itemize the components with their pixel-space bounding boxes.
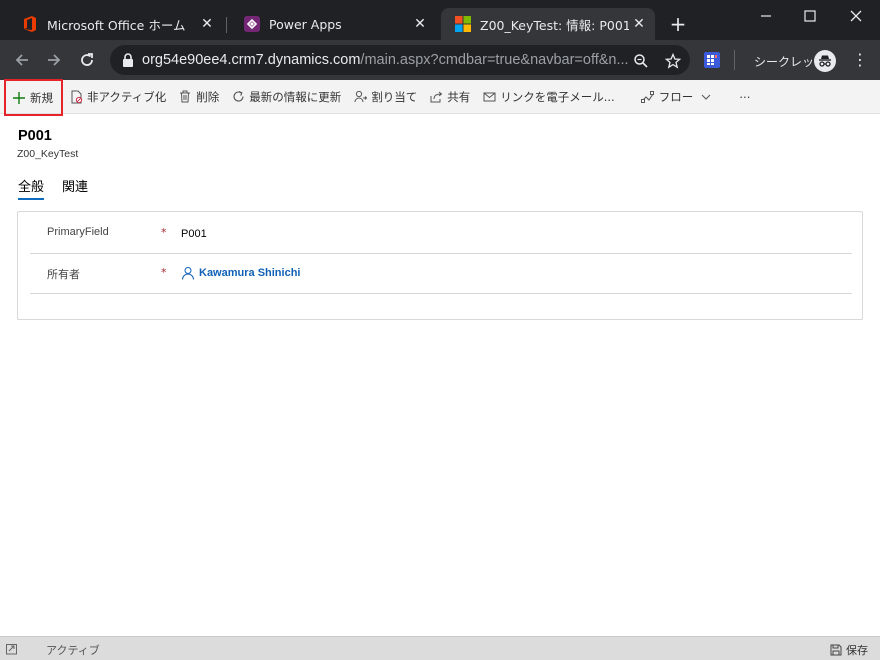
owner-lookup[interactable]: Kawamura Shinichi [181, 266, 300, 280]
reload-button[interactable] [75, 48, 99, 72]
office-icon [22, 16, 38, 32]
browser-menu-icon[interactable]: ⋮ [850, 50, 870, 72]
share-button[interactable]: 共有 [423, 80, 476, 114]
url-path: /main.aspx?cmdbar=true&navbar=off&n... [360, 52, 629, 68]
owner-label: 所有者 [47, 269, 80, 281]
deactivate-button[interactable]: 非アクティブ化 [63, 80, 172, 114]
share-icon [429, 90, 443, 104]
open-in-window-icon[interactable] [6, 643, 18, 655]
flow-button[interactable]: フロー [635, 80, 718, 114]
field-row-owner: 所有者 * Kawamura Shinichi [30, 254, 852, 294]
deactivate-label: 非アクティブ化 [87, 89, 167, 104]
primaryfield-label: PrimaryField [47, 226, 109, 238]
new-button-label: 新規 [30, 90, 53, 105]
email-link-label: リンクを電子メール... [500, 89, 615, 104]
new-tab-button[interactable]: + [668, 14, 688, 35]
incognito-icon[interactable] [814, 50, 836, 72]
save-icon [830, 644, 842, 656]
required-indicator: * [161, 226, 167, 239]
record-status: アクティブ [46, 644, 100, 657]
delete-button[interactable]: 削除 [172, 80, 225, 114]
powerapps-icon [244, 16, 260, 32]
close-icon[interactable]: ✕ [197, 14, 217, 34]
maximize-button[interactable] [788, 4, 832, 28]
record-title: P001 [18, 128, 52, 144]
close-window-button[interactable] [834, 4, 878, 28]
email-icon [482, 90, 496, 104]
tab-power-apps[interactable]: Power Apps ✕ [230, 8, 436, 40]
refresh-icon [231, 90, 245, 104]
refresh-button[interactable]: 最新の情報に更新 [225, 80, 347, 114]
email-link-button[interactable]: リンクを電子メール... [476, 80, 620, 114]
required-indicator: * [161, 266, 167, 279]
flow-label: フロー [658, 89, 694, 104]
delete-label: 削除 [196, 89, 220, 104]
close-icon[interactable]: ✕ [629, 14, 649, 34]
address-bar[interactable]: org54e90ee4.crm7.dynamics.com/main.aspx?… [110, 45, 690, 75]
share-label: 共有 [447, 89, 471, 104]
user-icon [181, 266, 195, 280]
forward-button[interactable] [42, 48, 66, 72]
tab-related[interactable]: 関連 [62, 176, 88, 200]
url-host: org54e90ee4.crm7.dynamics.com [142, 52, 361, 68]
tab-divider [226, 17, 227, 33]
back-button[interactable] [10, 48, 34, 72]
tab-microsoft-office[interactable]: Microsoft Office ホーム ✕ [8, 8, 223, 40]
new-button[interactable]: 新規 [4, 79, 63, 116]
lock-icon [122, 53, 134, 67]
close-icon[interactable]: ✕ [410, 14, 430, 34]
assign-button[interactable]: 割り当て [347, 80, 423, 114]
more-icon: ⋯ [739, 89, 751, 104]
save-label: 保存 [846, 644, 868, 657]
field-row-primaryfield: PrimaryField * P001 [30, 214, 852, 254]
extension-icon[interactable] [704, 52, 720, 68]
owner-link[interactable]: Kawamura Shinichi [199, 267, 300, 279]
deactivate-icon [69, 90, 83, 104]
primaryfield-input[interactable]: P001 [181, 228, 207, 240]
tab-general[interactable]: 全般 [18, 176, 45, 200]
form-tab-list: 全般 関連 [18, 176, 106, 200]
minimize-button[interactable] [744, 4, 788, 28]
save-button[interactable]: 保存 [830, 642, 868, 658]
url-text: org54e90ee4.crm7.dynamics.com/main.aspx?… [142, 52, 632, 68]
refresh-label: 最新の情報に更新 [249, 89, 342, 104]
tab-title: Power Apps [269, 16, 342, 32]
bookmark-star-icon[interactable] [664, 52, 682, 70]
assign-user-icon [353, 90, 367, 104]
plus-icon [12, 91, 26, 105]
tab-title: Z00_KeyTest: 情報: P001 - Mi [480, 17, 629, 33]
zoom-search-icon[interactable] [632, 52, 650, 70]
flow-icon [641, 90, 655, 104]
browser-tabstrip: Microsoft Office ホーム ✕ Power Apps ✕ Z00_… [0, 0, 880, 40]
status-bar: アクティブ 保存 [0, 636, 880, 660]
general-section: PrimaryField * P001 所有者 * Kawamura Shini… [17, 211, 863, 320]
more-commands-button[interactable]: ⋯ [733, 80, 757, 114]
record-entity-name: Z00_KeyTest [17, 148, 79, 160]
trash-icon [178, 90, 192, 104]
assign-label: 割り当て [371, 89, 418, 104]
command-bar: 新規 非アクティブ化 削除 最新の情報に更新 割り当て 共有 リンクを電子メール… [0, 79, 880, 116]
tab-keytest-record[interactable]: Z00_KeyTest: 情報: P001 - Mi ✕ [441, 8, 655, 40]
toolbar-divider [734, 50, 735, 70]
tab-title: Microsoft Office ホーム [47, 17, 186, 33]
chevron-down-icon [701, 90, 711, 103]
dynamics-icon [455, 16, 471, 32]
